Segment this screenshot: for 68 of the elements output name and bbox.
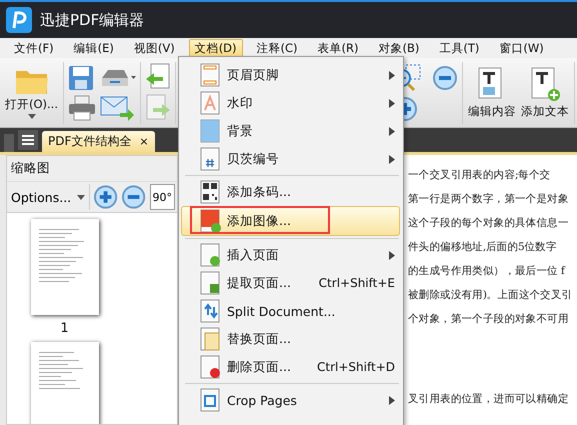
- options-dropdown[interactable]: Options...: [9, 184, 90, 210]
- menu-icon[interactable]: [18, 130, 38, 150]
- document-text: 第一行是两个数字，第一个是对象: [408, 193, 569, 205]
- menu-item[interactable]: Crop Pages: [181, 386, 403, 414]
- menu-item[interactable]: Split Document...: [181, 297, 403, 325]
- document-text: 的生成号作用类似），最后一位 f: [408, 265, 564, 277]
- shortcut-text: Ctrl+Shift+E: [318, 276, 395, 290]
- menu-item[interactable]: 插入页面: [181, 241, 403, 269]
- menu-item[interactable]: 替换页面...: [181, 325, 403, 353]
- document-text: 个对象，第一个子段的对象不可用: [408, 313, 569, 325]
- printer-icon[interactable]: [68, 94, 96, 120]
- page-add-icon: [199, 243, 221, 267]
- menu-item[interactable]: 水印: [181, 89, 403, 117]
- edit-content-button[interactable]: 编辑内容: [467, 66, 517, 119]
- page-delete-icon: [199, 355, 221, 379]
- email-icon[interactable]: [100, 94, 134, 120]
- add-text-button[interactable]: 添加文本: [520, 66, 570, 119]
- menu-item[interactable]: 工具(T): [433, 38, 486, 58]
- menu-item[interactable]: 窗口(W): [493, 38, 550, 58]
- document-text: 这个子段的每个对象的具体信息一: [408, 217, 569, 229]
- menu-item[interactable]: 添加条码...: [181, 178, 403, 206]
- document-text: 被删除或没有用)。上面这个交叉引: [408, 289, 572, 301]
- zoom-out-icon[interactable]: [121, 184, 146, 210]
- menu-item[interactable]: 删除页面... Ctrl+Shift+D: [181, 353, 403, 381]
- background-icon: [199, 119, 221, 143]
- zoom-out-icon[interactable]: [432, 64, 458, 90]
- close-icon[interactable]: ×: [139, 135, 149, 148]
- page-thumbnail[interactable]: [30, 219, 98, 315]
- menu-item[interactable]: 背景: [181, 117, 403, 145]
- caret-icon: [77, 194, 86, 200]
- menu-item[interactable]: 添加图像...: [181, 206, 400, 236]
- panel-title: 缩略图: [10, 159, 51, 177]
- menu-item[interactable]: 编辑(E): [68, 38, 120, 58]
- caret-icon: [28, 114, 36, 118]
- menu-item[interactable]: 文档(D): [188, 38, 243, 58]
- app-logo-icon: [6, 7, 32, 33]
- image-add-icon: [199, 209, 221, 233]
- menu-item[interactable]: 提取页面... Ctrl+Shift+E: [181, 269, 403, 297]
- page-extract-icon: [199, 271, 221, 295]
- pages-icon: [199, 327, 221, 351]
- split-icon: [199, 299, 221, 323]
- open-button[interactable]: 打开(O)...: [4, 66, 59, 118]
- text-page-icon: [529, 66, 561, 102]
- crop-icon: [199, 388, 221, 412]
- document-text: 一个交叉引用表的内容;每个交: [408, 169, 550, 181]
- watermark-icon: [199, 91, 221, 115]
- zoom-in-icon[interactable]: [93, 184, 118, 210]
- shortcut-text: Ctrl+Shift+D: [317, 360, 395, 374]
- page-thumbnail[interactable]: [30, 342, 98, 424]
- document-tab[interactable]: PDF文件结构全 ×: [42, 131, 155, 152]
- page-number: 1: [60, 321, 69, 336]
- header-footer-icon: [199, 63, 221, 87]
- window-title: 迅捷PDF编辑器: [40, 10, 144, 30]
- menu-item[interactable]: 表单(R): [312, 38, 365, 58]
- document-text: 叉引用表的位置，进而可以精确定: [408, 393, 569, 405]
- rotate-button[interactable]: 90°: [150, 184, 175, 210]
- save-icon[interactable]: [68, 64, 94, 90]
- page-number-icon: [199, 147, 221, 171]
- document-text: 件头的偏移地址,后面的5位数字: [408, 241, 557, 253]
- grip-icon[interactable]: [4, 134, 14, 152]
- menu-item[interactable]: 注释(C): [250, 38, 304, 58]
- page-arrow-icon[interactable]: [145, 63, 171, 91]
- menu-item[interactable]: 文件(F): [8, 38, 60, 58]
- menu-item[interactable]: 页眉页脚: [181, 61, 403, 89]
- qr-code-icon: [199, 180, 221, 204]
- menu-item[interactable]: 贝茨编号: [181, 145, 403, 173]
- menu-item[interactable]: 视图(V): [128, 38, 181, 58]
- menu-item[interactable]: 对象(B): [372, 38, 426, 58]
